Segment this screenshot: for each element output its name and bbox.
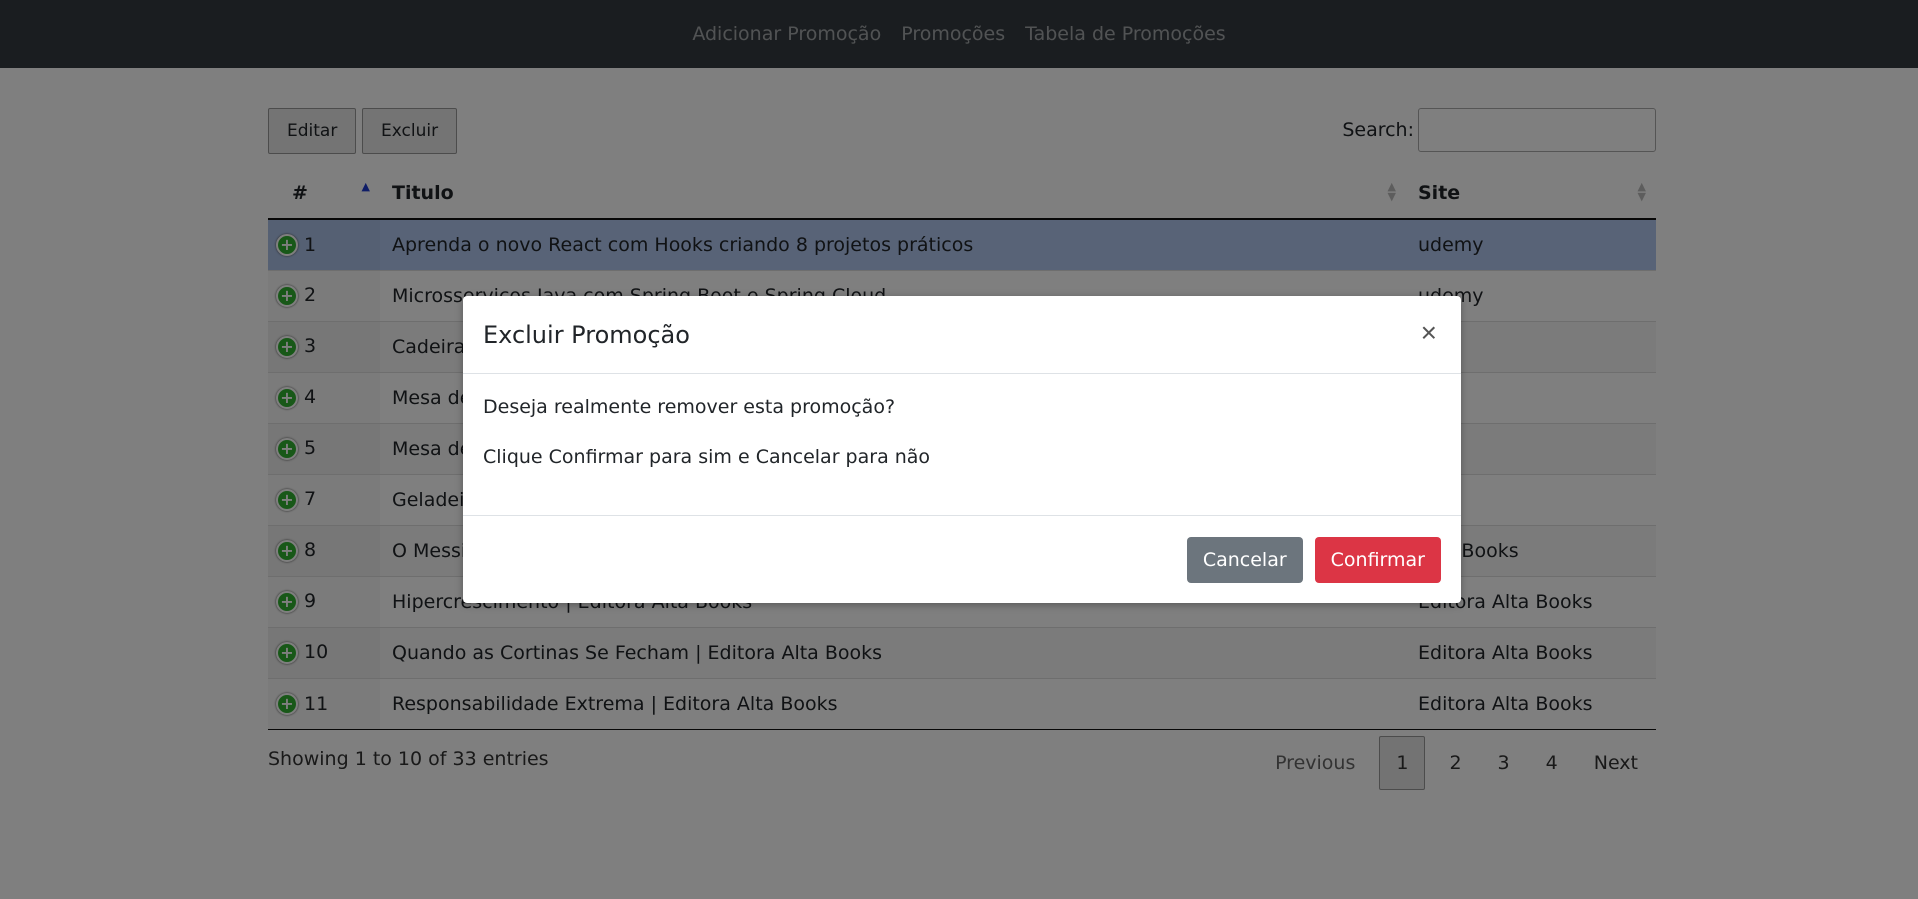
modal-question: Deseja realmente remover esta promoção? (483, 396, 896, 418)
modal-body: Deseja realmente remover esta promoção? … (463, 374, 1461, 515)
confirm-button[interactable]: Confirmar (1314, 536, 1441, 583)
modal-title: Excluir Promoção (483, 320, 690, 349)
delete-promotion-modal: Excluir Promoção × Deseja realmente remo… (463, 296, 1461, 603)
close-icon[interactable]: × (1415, 316, 1443, 350)
modal-header: Excluir Promoção × (463, 296, 1461, 374)
modal-instruction: Clique Confirmar para sim e Cancelar par… (483, 446, 931, 468)
cancel-button[interactable]: Cancelar (1186, 536, 1303, 583)
modal-footer: Cancelar Confirmar (463, 515, 1461, 603)
